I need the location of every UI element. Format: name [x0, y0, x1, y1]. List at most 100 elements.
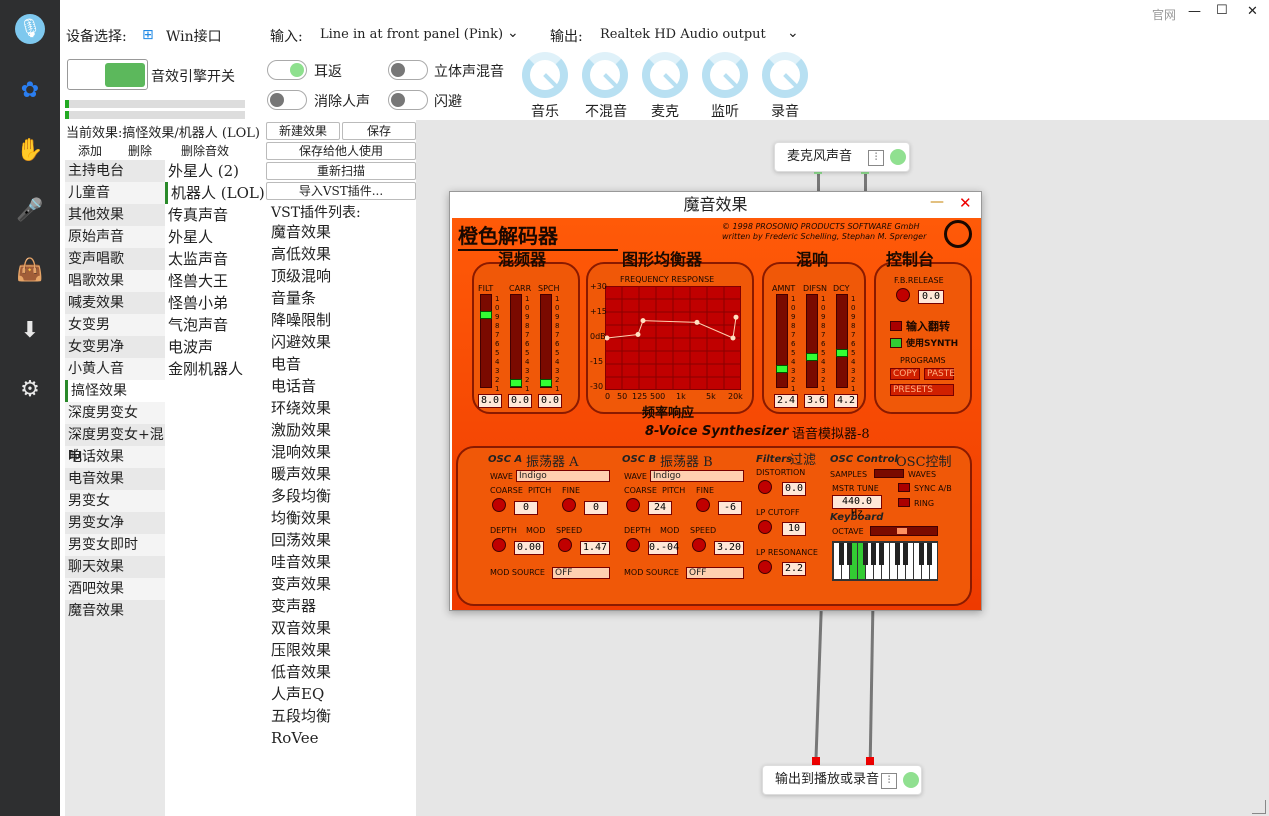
black-key[interactable]	[903, 543, 908, 565]
octave-slider[interactable]	[870, 526, 938, 536]
black-key[interactable]	[871, 543, 876, 565]
add-effect-button[interactable]: 添加	[78, 142, 102, 159]
paste-button[interactable]: PASTE	[924, 368, 955, 380]
vst-item[interactable]: 闪避效果	[268, 331, 413, 353]
black-key[interactable]	[839, 543, 844, 565]
osc-a-fine-knob[interactable]	[562, 498, 576, 512]
osc-b-mod-source-select[interactable]: OFF	[686, 567, 744, 579]
save-share-button[interactable]: 保存给他人使用	[266, 142, 416, 160]
category-item[interactable]: 搞怪效果	[65, 380, 165, 402]
mic-node[interactable]: 麦克风声音 ⫶	[774, 142, 910, 172]
osc-a-wave-select[interactable]: Indigo	[516, 470, 610, 482]
subeffect-item[interactable]: 外星人 (2)	[165, 160, 265, 182]
stereo-mix-toggle[interactable]	[388, 60, 428, 80]
mixer-icon[interactable]: ⫶	[881, 773, 897, 789]
presets-dropdown[interactable]: PRESETS	[890, 384, 954, 396]
black-key[interactable]	[919, 543, 924, 565]
copy-button[interactable]: COPY	[890, 368, 920, 380]
vst-item[interactable]: 魔音效果	[268, 221, 413, 243]
music-dial[interactable]	[522, 52, 568, 98]
filt-slider[interactable]: 10987654321	[480, 294, 499, 393]
category-item[interactable]: 其他效果	[65, 204, 165, 226]
lp-cutoff-knob[interactable]	[758, 520, 772, 534]
sync-checkbox[interactable]	[898, 483, 910, 492]
samples-waves-switch[interactable]	[874, 469, 904, 478]
vst-item[interactable]: 高低效果	[268, 243, 413, 265]
osc-b-fine-knob[interactable]	[696, 498, 710, 512]
subeffect-item[interactable]: 怪兽小弟	[165, 292, 265, 314]
subeffect-item[interactable]: 外星人	[165, 226, 265, 248]
black-key[interactable]	[847, 543, 852, 565]
osc-a-mod-source-select[interactable]: OFF	[552, 567, 610, 579]
maximize-button[interactable]: ☐	[1216, 3, 1228, 18]
monitor-dial[interactable]	[702, 52, 748, 98]
black-key[interactable]	[879, 543, 884, 565]
port[interactable]	[812, 757, 820, 765]
black-key[interactable]	[895, 543, 900, 565]
category-item[interactable]: 原始声音	[65, 226, 165, 248]
category-item[interactable]: 魔音效果	[65, 600, 165, 622]
category-item[interactable]: 男变女	[65, 490, 165, 512]
eq-point[interactable]	[694, 319, 700, 325]
category-item[interactable]: 主持电台	[65, 160, 165, 182]
vst-item[interactable]: RoVee	[268, 727, 413, 749]
resize-grip-icon[interactable]	[1252, 800, 1266, 814]
mic-dial[interactable]	[642, 52, 688, 98]
chevron-down-icon[interactable]: ⌄	[507, 25, 519, 41]
category-item[interactable]: 儿童音	[65, 182, 165, 204]
import-vst-button[interactable]: 导入VST插件...	[266, 182, 416, 200]
vst-item[interactable]: 降噪限制	[268, 309, 413, 331]
close-button[interactable]: ✕	[1247, 4, 1258, 19]
osc-a-coarse-knob[interactable]	[492, 498, 506, 512]
vst-item[interactable]: 均衡效果	[268, 507, 413, 529]
vst-item[interactable]: 电话音	[268, 375, 413, 397]
distortion-knob[interactable]	[758, 480, 772, 494]
record-dial[interactable]	[762, 52, 808, 98]
chevron-down-icon[interactable]: ⌄	[787, 25, 799, 41]
flower-effects-icon[interactable]: ✿	[15, 76, 45, 106]
black-key[interactable]	[863, 543, 868, 565]
category-item[interactable]: 小黄人音	[65, 358, 165, 380]
download-icon[interactable]: ⬇	[15, 316, 45, 346]
engine-toggle[interactable]	[67, 59, 148, 90]
plugin-minimize-button[interactable]: —	[930, 194, 944, 210]
new-effect-button[interactable]: 新建效果	[266, 122, 340, 140]
vst-item[interactable]: 暖声效果	[268, 463, 413, 485]
vst-item[interactable]: 环绕效果	[268, 397, 413, 419]
vst-item[interactable]: 压限效果	[268, 639, 413, 661]
subeffect-item[interactable]: 太监声音	[165, 248, 265, 270]
eq-graph[interactable]	[605, 286, 741, 390]
carr-slider[interactable]: 10987654321	[510, 294, 529, 393]
black-key[interactable]	[927, 543, 932, 565]
spch-slider[interactable]: 10987654321	[540, 294, 559, 393]
category-item[interactable]: 变声唱歌	[65, 248, 165, 270]
category-item[interactable]: 聊天效果	[65, 556, 165, 578]
subeffect-item[interactable]: 电波声	[165, 336, 265, 358]
osc-a-speed-knob[interactable]	[558, 538, 572, 552]
difsn-slider[interactable]: 10987654321	[806, 294, 825, 393]
input-select[interactable]: Line in at front panel (Pink)	[320, 27, 503, 42]
category-item[interactable]: 女变男	[65, 314, 165, 336]
subeffect-item[interactable]: 传真声音	[165, 204, 265, 226]
ducking-toggle[interactable]	[388, 90, 428, 110]
vst-item[interactable]: 变声效果	[268, 573, 413, 595]
keyboard[interactable]	[832, 541, 938, 581]
lp-resonance-knob[interactable]	[758, 560, 772, 574]
category-item[interactable]: 女变男净	[65, 336, 165, 358]
output-node[interactable]: 输出到播放或录音 ⫶	[762, 765, 922, 795]
category-item[interactable]: 唱歌效果	[65, 270, 165, 292]
microphone-icon[interactable]: 🎤	[15, 196, 45, 226]
subeffect-item[interactable]: 怪兽大王	[165, 270, 265, 292]
vst-item[interactable]: 回荡效果	[268, 529, 413, 551]
mixer-icon[interactable]: ⫶	[868, 150, 884, 166]
osc-b-speed-knob[interactable]	[692, 538, 706, 552]
invert-input-checkbox[interactable]	[890, 321, 902, 331]
rescan-button[interactable]: 重新扫描	[266, 162, 416, 180]
vst-item[interactable]: 低音效果	[268, 661, 413, 683]
osc-a-depth-knob[interactable]	[492, 538, 506, 552]
vst-item[interactable]: 双音效果	[268, 617, 413, 639]
category-item[interactable]: 深度男变女+混响	[65, 424, 165, 465]
category-item[interactable]: 电话效果	[65, 446, 165, 468]
subeffect-item[interactable]: 气泡声音	[165, 314, 265, 336]
plugin-close-button[interactable]: ✕	[959, 194, 972, 212]
